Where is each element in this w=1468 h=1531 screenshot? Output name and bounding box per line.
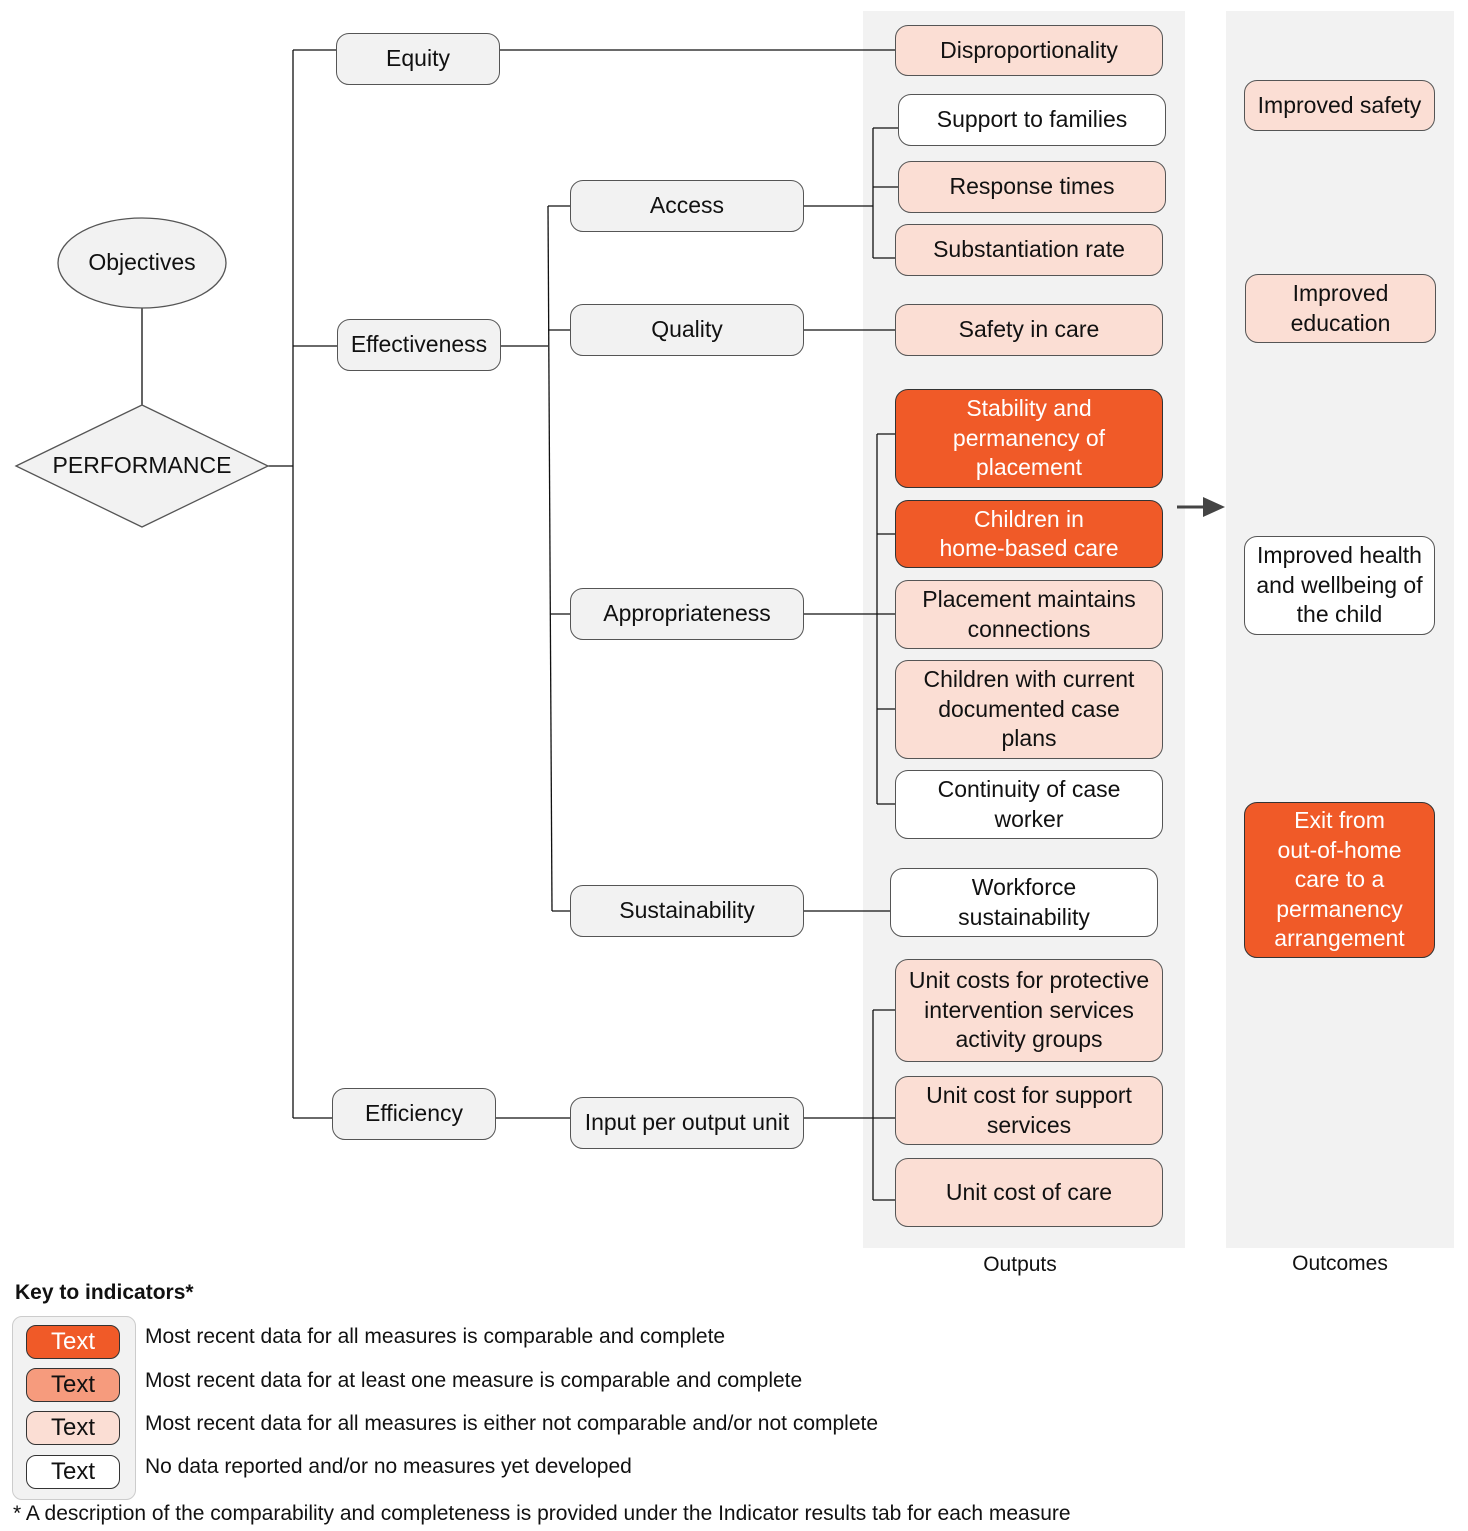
indicator-stability-permanency[interactable]: Stability and permanency of placement xyxy=(895,389,1163,488)
access-box[interactable]: Access xyxy=(570,180,804,232)
arrow-right-icon xyxy=(1177,497,1225,517)
outputs-label: Outputs xyxy=(983,1253,1057,1276)
indicator-home-based-care[interactable]: Children in home-based care xyxy=(895,500,1163,568)
indicator-unit-cost-care[interactable]: Unit cost of care xyxy=(895,1158,1163,1227)
indicator-response-times[interactable]: Response times xyxy=(898,161,1166,213)
indicator-safety-in-care[interactable]: Safety in care xyxy=(895,304,1163,356)
key-text-partial: Most recent data for at least one measur… xyxy=(145,1369,803,1392)
effectiveness-box[interactable]: Effectiveness xyxy=(337,319,501,371)
indicator-substantiation-rate[interactable]: Substantiation rate xyxy=(895,224,1163,276)
key-footnote: * A description of the comparability and… xyxy=(13,1502,1071,1525)
key-chip-incomplete: Text xyxy=(26,1411,120,1445)
indicator-disproportionality[interactable]: Disproportionality xyxy=(895,25,1163,76)
objectives-label: Objectives xyxy=(88,249,196,275)
input-per-output-box[interactable]: Input per output unit xyxy=(570,1097,804,1149)
appropriateness-box[interactable]: Appropriateness xyxy=(570,588,804,640)
indicator-workforce-sustainability[interactable]: Workforce sustainability xyxy=(890,868,1158,937)
outcome-improved-health[interactable]: Improved health and wellbeing of the chi… xyxy=(1244,536,1435,635)
outcomes-label: Outcomes xyxy=(1292,1252,1388,1275)
performance-label: PERFORMANCE xyxy=(52,452,232,478)
connector-subdimension-trunk xyxy=(547,205,553,912)
indicator-unit-cost-support[interactable]: Unit cost for support services xyxy=(895,1076,1163,1145)
equity-box[interactable]: Equity xyxy=(336,33,500,85)
key-chip-complete: Text xyxy=(26,1325,120,1359)
indicator-case-plans[interactable]: Children with current documented case pl… xyxy=(895,660,1163,759)
key-text-none: No data reported and/or no measures yet … xyxy=(145,1455,632,1478)
outcome-improved-education[interactable]: Improved education xyxy=(1245,274,1436,343)
key-text-complete: Most recent data for all measures is com… xyxy=(145,1325,726,1348)
efficiency-box[interactable]: Efficiency xyxy=(332,1088,496,1140)
key-chip-none: Text xyxy=(26,1455,120,1489)
quality-box[interactable]: Quality xyxy=(570,304,804,356)
key-text-incomplete: Most recent data for all measures is eit… xyxy=(145,1412,879,1435)
key-title: Key to indicators* xyxy=(15,1281,194,1304)
indicator-placement-connections[interactable]: Placement maintains connections xyxy=(895,580,1163,649)
indicator-support-to-families[interactable]: Support to families xyxy=(898,94,1166,146)
indicator-continuity-case-worker[interactable]: Continuity of case worker xyxy=(895,770,1163,839)
outcome-improved-safety[interactable]: Improved safety xyxy=(1244,80,1435,131)
key-chip-partial: Text xyxy=(26,1368,120,1402)
sustainability-box[interactable]: Sustainability xyxy=(570,885,804,937)
outcome-exit-ohc[interactable]: Exit from out-of-home care to a permanen… xyxy=(1244,802,1435,958)
indicator-unit-costs-protective[interactable]: Unit costs for protective intervention s… xyxy=(895,959,1163,1062)
